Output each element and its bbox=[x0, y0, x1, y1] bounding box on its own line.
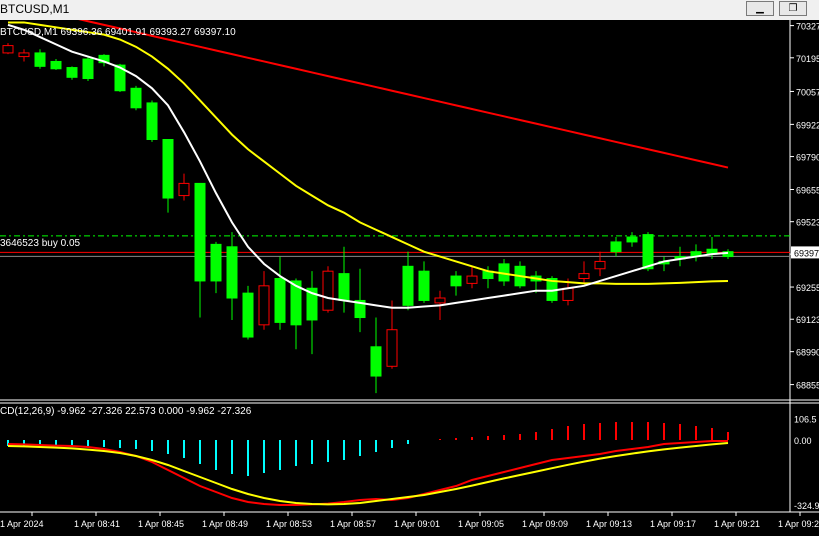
macd-axis-label: 0.00 bbox=[794, 436, 812, 446]
current-price-label: 69397 bbox=[794, 248, 819, 258]
minimize-icon: ▁ bbox=[756, 2, 764, 14]
time-tick-label: 1 Apr 08:57 bbox=[330, 519, 376, 529]
minimize-button[interactable]: ▁ bbox=[746, 1, 774, 16]
time-tick-label: 1 Apr 08:45 bbox=[138, 519, 184, 529]
price-tick-label: 69255 bbox=[796, 283, 819, 293]
candle-body bbox=[2, 45, 14, 54]
price-tick-label: 70057 bbox=[796, 87, 819, 97]
price-tick-label: 69922 bbox=[796, 120, 819, 130]
candle-body bbox=[258, 285, 270, 326]
price-panel-header: BTCUSD,M1 69396.36 69401.91 69393.27 693… bbox=[0, 27, 236, 38]
time-tick-label: 1 Apr 09:09 bbox=[522, 519, 568, 529]
candle-body bbox=[338, 273, 350, 301]
time-tick-label: 1 Apr 2024 bbox=[0, 519, 44, 529]
candle-body bbox=[450, 275, 462, 287]
candle-body bbox=[226, 246, 238, 299]
candle-body bbox=[626, 236, 638, 243]
price-tick-label: 68990 bbox=[796, 348, 819, 358]
macd-axis-label: -324.9 bbox=[794, 501, 819, 511]
candle-body bbox=[322, 270, 334, 311]
candle-body bbox=[146, 102, 158, 140]
candle-body bbox=[130, 87, 142, 109]
candle-body bbox=[418, 270, 430, 301]
candle-body bbox=[402, 265, 414, 306]
macd-axis-label: 106.5 bbox=[794, 415, 817, 425]
window-title: BTCUSD,M1 bbox=[0, 2, 70, 16]
candle-body bbox=[578, 273, 590, 280]
candle-body bbox=[178, 182, 190, 197]
candle-body bbox=[610, 241, 622, 253]
time-tick-label: 1 Apr 09:21 bbox=[714, 519, 760, 529]
candle-body bbox=[370, 346, 382, 377]
candle-body bbox=[466, 275, 478, 284]
candle-body bbox=[274, 278, 286, 323]
candle-body bbox=[386, 329, 398, 367]
order-label: 3646523 buy 0.05 bbox=[0, 238, 81, 249]
price-tick-label: 69655 bbox=[796, 185, 819, 195]
time-tick-label: 1 Apr 08:41 bbox=[74, 519, 120, 529]
candle-body bbox=[210, 243, 222, 282]
time-tick-label: 1 Apr 08:53 bbox=[266, 519, 312, 529]
time-tick-label: 1 Apr 09:01 bbox=[394, 519, 440, 529]
restore-button[interactable]: ❐ bbox=[779, 1, 807, 16]
time-tick-label: 1 Apr 09:17 bbox=[650, 519, 696, 529]
price-tick-label: 70327 bbox=[796, 22, 819, 32]
candle-body bbox=[434, 297, 446, 304]
candle-body bbox=[194, 182, 206, 282]
time-tick-label: 1 Apr 09:25 bbox=[778, 519, 819, 529]
macd-panel-header: CD(12,26,9) -9.962 -27.326 22.573 0.000 … bbox=[0, 406, 252, 417]
price-chart[interactable]: 7032770195700576992269790696556952369390… bbox=[0, 20, 819, 536]
candle-body bbox=[34, 52, 46, 67]
time-tick-label: 1 Apr 09:05 bbox=[458, 519, 504, 529]
candle-body bbox=[642, 234, 654, 270]
window-titlebar: BTCUSD,M1 ▁ ❐ bbox=[0, 0, 819, 21]
time-tick-label: 1 Apr 09:13 bbox=[586, 519, 632, 529]
candle-body bbox=[82, 58, 94, 80]
candle-body bbox=[594, 260, 606, 270]
candle-body bbox=[242, 292, 254, 338]
time-tick-label: 1 Apr 08:49 bbox=[202, 519, 248, 529]
candle-body bbox=[66, 67, 78, 78]
restore-icon: ❐ bbox=[788, 2, 798, 14]
price-tick-label: 68855 bbox=[796, 381, 819, 391]
price-tick-label: 69123 bbox=[796, 315, 819, 325]
candle-body bbox=[50, 60, 62, 70]
price-tick-label: 70195 bbox=[796, 54, 819, 64]
candle-body bbox=[162, 138, 174, 199]
price-tick-label: 69790 bbox=[796, 153, 819, 163]
candle-body bbox=[562, 287, 574, 301]
candle-body bbox=[18, 52, 30, 58]
price-tick-label: 69523 bbox=[796, 218, 819, 228]
